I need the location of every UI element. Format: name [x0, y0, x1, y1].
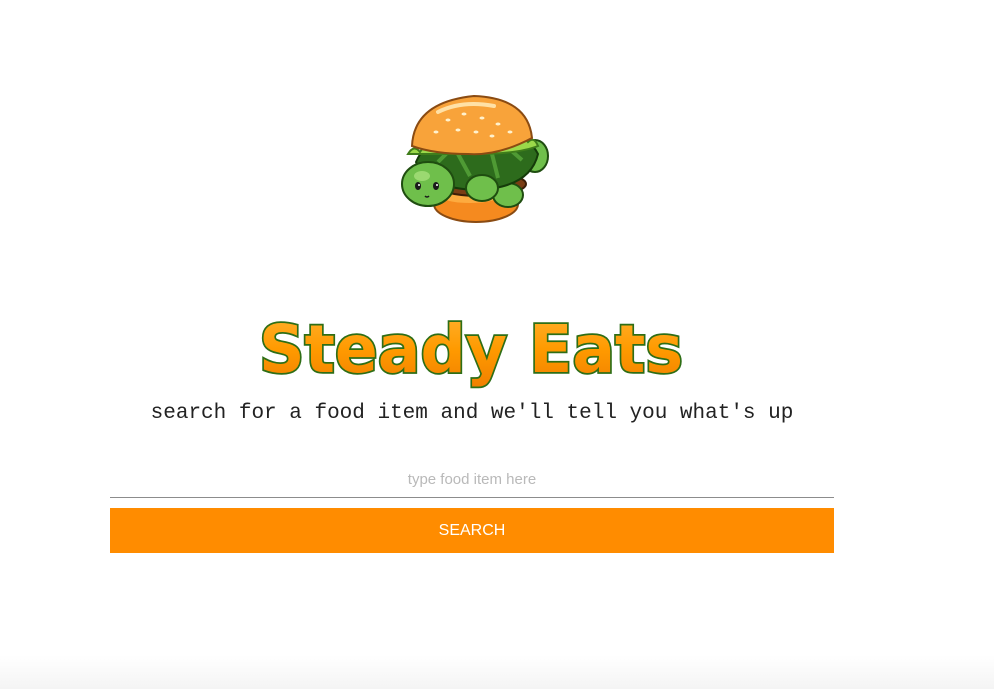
brand-title: Steady Eats [255, 300, 695, 390]
search-input[interactable] [110, 462, 834, 498]
brand-title-text: Steady Eats [259, 311, 683, 388]
brand-title-wordmark: Steady Eats [257, 309, 685, 390]
search-button[interactable]: SEARCH [110, 508, 834, 553]
bottom-fade [0, 655, 994, 689]
turtle-burger-logo [398, 92, 558, 232]
tagline: search for a food item and we'll tell yo… [150, 402, 794, 425]
turtle-burger-icon [401, 94, 549, 223]
